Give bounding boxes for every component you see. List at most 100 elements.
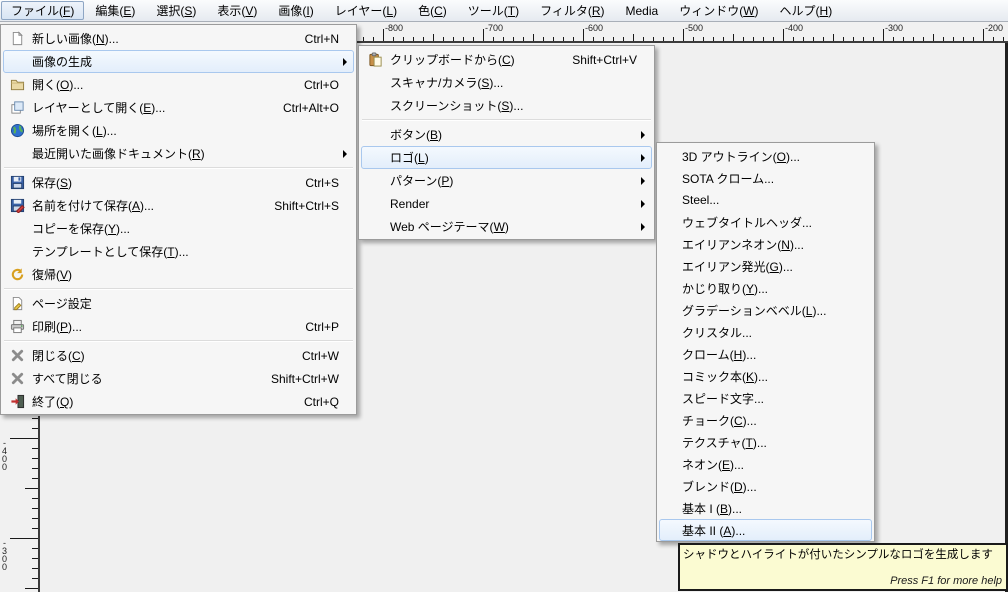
logo-menu-item-17[interactable]: 基本 II (A)... (659, 519, 872, 541)
menu-item-label: 基本 I (B)... (682, 501, 743, 516)
menubar-item-0[interactable]: ファイル(F) (1, 1, 85, 20)
menubar-item-1[interactable]: 編集(E) (85, 1, 145, 20)
create-menu-item-8[interactable]: Web ページテーマ(W) (361, 215, 652, 238)
save-icon (8, 175, 26, 191)
file-menu-item-0[interactable]: 新しい画像(N)... Ctrl+N (3, 27, 354, 50)
file-menu-item-9[interactable]: コピーを保存(Y)... (3, 217, 354, 240)
menubar-item-11[interactable]: ヘルプ(H) (770, 1, 843, 20)
logo-menu-item-2[interactable]: Steel... (659, 189, 872, 211)
menu-item-label: ネオン(E)... (682, 457, 745, 472)
ruler-tick (10, 438, 38, 439)
ruler-tick (653, 37, 654, 41)
menu-item-label: スクリーンショット(S)... (390, 99, 524, 113)
create-menu-item-6[interactable]: パターン(P) (361, 169, 652, 192)
ruler-tick (763, 37, 764, 41)
menu-item-label: ブレンド(D)... (682, 479, 757, 494)
file-menu-item-4[interactable]: 場所を開く(L)... (3, 119, 354, 142)
close-all-icon (8, 371, 26, 387)
file-menu-item-7[interactable]: 保存(S) Ctrl+S (3, 171, 354, 194)
create-menu-item-2[interactable]: スクリーンショット(S)... (361, 94, 652, 117)
tooltip: シャドウとハイライトが付いたシンプルなロゴを生成します Press F1 for… (678, 543, 1008, 591)
logo-menu-item-14[interactable]: ネオン(E)... (659, 453, 872, 475)
ruler-tick (743, 37, 744, 41)
menu-item-label: スピード文字... (682, 391, 765, 406)
ruler-tick (533, 34, 534, 41)
file-menu-item-11[interactable]: 復帰(V) (3, 263, 354, 286)
ruler-label: -800 (385, 23, 404, 33)
menubar-item-4[interactable]: 画像(I) (268, 1, 323, 20)
menubar-item-2[interactable]: 選択(S) (146, 1, 206, 20)
icon-spacer (664, 434, 678, 450)
create-menu-item-0[interactable]: クリップボードから(C) Shift+Ctrl+V (361, 48, 652, 71)
menubar-item-7[interactable]: ツール(T) (458, 1, 529, 20)
icon-spacer (366, 98, 384, 114)
ruler-tick (913, 37, 914, 41)
menu-item-label: 新しい画像(N)... (32, 32, 119, 46)
menu-item-shortcut: Ctrl+N (304, 31, 339, 46)
ruler-tick (903, 37, 904, 41)
file-menu-item-17[interactable]: すべて閉じる Shift+Ctrl+W (3, 367, 354, 390)
logo-menu-item-13[interactable]: テクスチャ(T)... (659, 431, 872, 453)
ruler-tick (32, 548, 38, 549)
menu-separator (362, 117, 651, 123)
menubar-item-9[interactable]: Media (616, 1, 669, 20)
logo-menu-item-11[interactable]: スピード文字... (659, 387, 872, 409)
quit-icon (8, 394, 26, 410)
create-menu-item-7[interactable]: Render (361, 192, 652, 215)
logo-menu-item-16[interactable]: 基本 I (B)... (659, 497, 872, 519)
ruler-tick (673, 37, 674, 41)
logo-menu-item-0[interactable]: 3D アウトライン(O)... (659, 145, 872, 167)
ruler-tick (843, 37, 844, 41)
logo-menu-item-12[interactable]: チョーク(C)... (659, 409, 872, 431)
file-menu-item-18[interactable]: 終了(Q) Ctrl+Q (3, 390, 354, 413)
file-menu-item-10[interactable]: テンプレートとして保存(T)... (3, 240, 354, 263)
menu-item-label: テクスチャ(T)... (682, 435, 767, 450)
icon-spacer (664, 214, 678, 230)
logo-menu-item-3[interactable]: ウェブタイトルヘッダ... (659, 211, 872, 233)
logo-menu-item-10[interactable]: コミック本(K)... (659, 365, 872, 387)
create-menu-item-5[interactable]: ロゴ(L) (361, 146, 652, 169)
logo-menu-item-9[interactable]: クローム(H)... (659, 343, 872, 365)
logo-menu-item-15[interactable]: ブレンド(D)... (659, 475, 872, 497)
menu-item-shortcut: Shift+Ctrl+W (270, 371, 339, 386)
logo-menu-item-5[interactable]: エイリアン発光(G)... (659, 255, 872, 277)
ruler-tick (473, 37, 474, 41)
ruler-label: -300 (885, 23, 904, 33)
icon-spacer (664, 456, 678, 472)
menubar-item-5[interactable]: レイヤー(L) (325, 1, 407, 20)
logo-menu-item-4[interactable]: エイリアンネオン(N)... (659, 233, 872, 255)
file-menu-item-13[interactable]: ページ設定 (3, 292, 354, 315)
menubar-item-6[interactable]: 色(C) (408, 1, 457, 20)
logo-menu-item-1[interactable]: SOTA クローム... (659, 167, 872, 189)
icon-spacer (8, 54, 26, 70)
menu-item-label: クリップボードから(C) (390, 53, 515, 67)
file-menu-item-3[interactable]: レイヤーとして開く(E)... Ctrl+Alt+O (3, 96, 354, 119)
ruler-tick (32, 498, 38, 499)
ruler-tick (643, 37, 644, 41)
icon-spacer (366, 150, 384, 166)
file-menu-item-16[interactable]: 閉じる(C) Ctrl+W (3, 344, 354, 367)
logo-menu-item-6[interactable]: かじり取り(Y)... (659, 277, 872, 299)
file-menu-item-8[interactable]: 名前を付けて保存(A)... Shift+Ctrl+S (3, 194, 354, 217)
menu-item-label: 開く(O)... (32, 78, 84, 92)
logo-menu-item-8[interactable]: クリスタル... (659, 321, 872, 343)
menubar-item-3[interactable]: 表示(V) (207, 1, 267, 20)
submenu-arrow-icon (343, 57, 347, 66)
menubar-item-10[interactable]: ウィンドウ(W) (669, 1, 768, 20)
file-menu-item-2[interactable]: 開く(O)... Ctrl+O (3, 73, 354, 96)
create-menu-item-1[interactable]: スキャナ/カメラ(S)... (361, 71, 652, 94)
logo-menu-item-7[interactable]: グラデーションベベル(L)... (659, 299, 872, 321)
menu-separator (4, 286, 353, 292)
create-menu-item-4[interactable]: ボタン(B) (361, 123, 652, 146)
file-menu-item-1[interactable]: 画像の生成 (3, 50, 354, 73)
menubar-item-8[interactable]: フィルタ(R) (530, 1, 614, 20)
file-menu-item-5[interactable]: 最近開いた画像ドキュメント(R) (3, 142, 354, 165)
ruler-tick (813, 37, 814, 41)
menu-item-label: ロゴ(L) (390, 151, 429, 165)
ruler-tick (32, 458, 38, 459)
ruler-tick (823, 37, 824, 41)
file-menu-item-14[interactable]: 印刷(P)... Ctrl+P (3, 315, 354, 338)
ruler-tick (733, 34, 734, 41)
ruler-tick (523, 37, 524, 41)
vertical-ruler[interactable]: -400 -300 (0, 416, 40, 592)
